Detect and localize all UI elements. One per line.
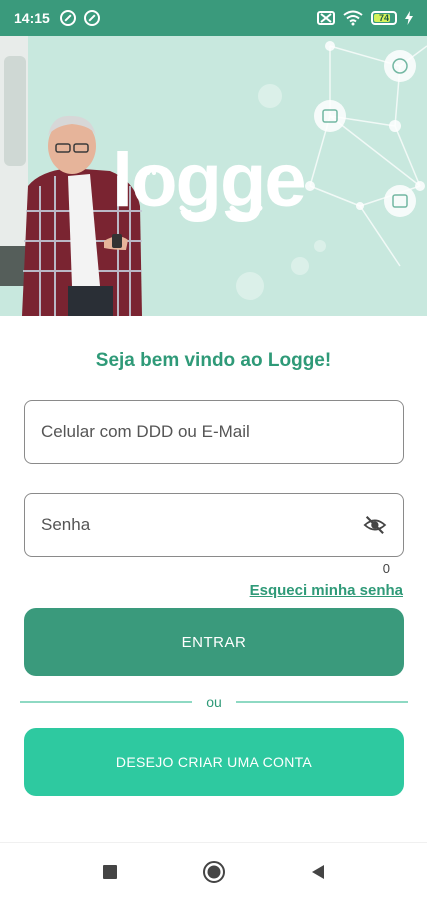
password-char-counter: 0: [382, 561, 390, 576]
or-label: ou: [206, 694, 222, 710]
hero-banner: logge: [0, 36, 427, 316]
phone-email-field[interactable]: [24, 400, 404, 464]
home-icon: [202, 860, 225, 883]
at-sign-icon: [59, 10, 76, 26]
home-button[interactable]: [194, 852, 234, 892]
or-divider: ou: [20, 694, 409, 710]
forgot-password-link[interactable]: Esqueci minha senha: [250, 582, 403, 599]
login-form: Seja bem vindo ao Logge! 0 Esqueci minha…: [0, 316, 427, 836]
status-time: 14:15: [14, 10, 50, 26]
password-input[interactable]: [41, 515, 358, 535]
charging-bolt-icon: [405, 11, 413, 25]
login-button[interactable]: ENTRAR: [24, 608, 404, 676]
system-nav-bar: [0, 842, 427, 900]
divider-line-right: [235, 701, 409, 703]
phone-email-input[interactable]: [41, 422, 387, 442]
hero-illustration: logge: [0, 36, 427, 316]
welcome-heading: Seja bem vindo ao Logge!: [95, 350, 332, 371]
back-button[interactable]: [298, 852, 338, 892]
create-account-button[interactable]: DESEJO CRIAR UMA CONTA: [24, 728, 404, 796]
back-icon: [311, 864, 324, 879]
divider-line-left: [20, 701, 193, 703]
notification-off-icon: [317, 11, 335, 25]
at-sign-icon: [83, 10, 100, 26]
battery-icon: 74: [371, 11, 397, 25]
password-field[interactable]: [24, 493, 404, 557]
battery-level: 74: [378, 13, 389, 23]
status-icons: 74: [317, 10, 413, 26]
eye-off-icon[interactable]: [363, 512, 387, 538]
recent-apps-button[interactable]: [90, 852, 130, 892]
wifi-icon: [343, 10, 363, 26]
recent-apps-icon: [102, 864, 117, 879]
status-bar: 14:15 74: [0, 0, 427, 36]
